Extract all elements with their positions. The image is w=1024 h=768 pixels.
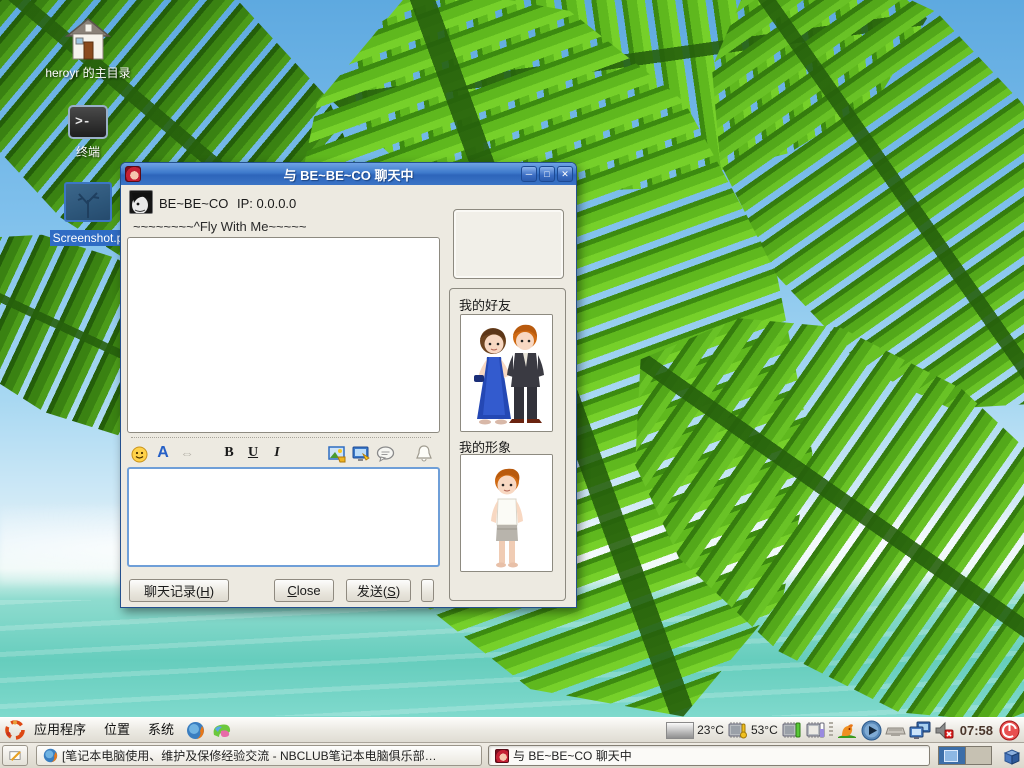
desktop: heroyr 的主目录 >- 终端 Screenshot.p 与 BE~BE~C… (0, 0, 1024, 768)
workspace-2[interactable] (965, 747, 991, 764)
quick-reply-icon[interactable] (373, 444, 397, 462)
desktop-icon-terminal[interactable]: >- 终端 (38, 105, 138, 161)
window-title: [笔记本电脑使用、维护及保修经验交流 - NBCLUB笔记本电脑俱乐部… (62, 747, 437, 764)
chat-app-icon (125, 166, 141, 182)
desktop-icon-home[interactable]: heroyr 的主目录 (38, 18, 138, 82)
font-color-icon[interactable]: A (151, 444, 175, 462)
temp1-value: 23°C (697, 723, 724, 737)
close-button[interactable]: Close (274, 579, 334, 602)
chat-history-area[interactable] (127, 237, 440, 433)
desktop-icon-label: heroyr 的主目录 (42, 63, 133, 82)
tray-separator (829, 722, 833, 738)
screen-capture-icon[interactable] (349, 444, 373, 463)
window-title: 与 BE~BE~CO 聊天中 (513, 747, 632, 764)
bold-button[interactable]: B (217, 445, 241, 461)
network-monitors-icon[interactable] (909, 720, 931, 740)
message-input[interactable] (127, 467, 440, 567)
window-button-firefox[interactable]: [笔记本电脑使用、维护及保修经验交流 - NBCLUB笔记本电脑俱乐部… (36, 745, 482, 766)
peer-avatar[interactable] (129, 190, 153, 214)
window-list-bar: [笔记本电脑使用、维护及保修经验交流 - NBCLUB笔记本电脑俱乐部… 与 B… (0, 743, 1024, 768)
sys-temp-chip-icon[interactable] (781, 720, 802, 740)
friends-label: 我的好友 (459, 295, 511, 314)
my-avatar-image[interactable] (460, 454, 553, 572)
friends-image[interactable] (460, 314, 553, 432)
show-desktop-icon (9, 749, 21, 763)
clock[interactable]: 07:58 (960, 723, 993, 738)
temp2-value: 53°C (751, 723, 778, 737)
firefox-launcher-icon[interactable] (186, 721, 205, 740)
peer-signature: ~~~~~~~~^Fly With Me~~~~~ (133, 219, 306, 234)
send-key: S (387, 584, 396, 599)
minimize-button[interactable]: ─ (521, 166, 537, 182)
desktop-icon-label: 终端 (73, 142, 103, 161)
media-player-icon[interactable] (861, 720, 882, 741)
desktop-icon-label: Screenshot.p (50, 230, 127, 246)
send-button[interactable]: 发送(S) (346, 579, 411, 602)
firefox-window-icon (43, 748, 58, 763)
italic-button[interactable]: I (265, 445, 289, 461)
battery-chip-icon[interactable] (805, 720, 826, 740)
power-icon[interactable] (999, 720, 1020, 741)
button-row: 聊天记录(H) Close 发送(S) (121, 579, 451, 603)
cpu-temp-chip-icon[interactable] (727, 720, 748, 740)
fish-applet-icon[interactable] (836, 721, 858, 740)
menu-applications[interactable]: 应用程序 (25, 718, 95, 742)
close-key: C (287, 583, 296, 598)
ubuntu-menu-icon[interactable] (5, 720, 25, 740)
link-icon[interactable]: ⇔ (175, 445, 199, 461)
underline-button[interactable]: U (241, 445, 265, 461)
send-label: 发送( (357, 584, 387, 599)
chat-window-title: 与 BE~BE~CO 聊天中 (121, 165, 576, 184)
chat-history-button[interactable]: 聊天记录(H) (129, 579, 229, 602)
chat-window-body: BE~BE~CO IP: 0.0.0.0 ~~~~~~~~^Fly With M… (121, 185, 576, 609)
chat-window-icon (495, 749, 509, 763)
menu-system[interactable]: 系统 (139, 718, 183, 742)
menu-places[interactable]: 位置 (95, 718, 139, 742)
chat-window-titlebar[interactable]: 与 BE~BE~CO 聊天中 ─ □ ✕ (121, 163, 576, 185)
workspace-switcher (938, 746, 992, 765)
home-icon (65, 18, 111, 60)
workspace-1[interactable] (939, 747, 965, 764)
send-image-icon[interactable] (325, 444, 349, 463)
history-label: 聊天记录( (144, 584, 200, 599)
toolbar-separator (131, 437, 431, 438)
touchpad-icon[interactable] (885, 721, 906, 739)
window-button-chat[interactable]: 与 BE~BE~CO 聊天中 (488, 745, 930, 766)
send-label-post: ) (396, 584, 400, 599)
trash-icon[interactable] (1002, 746, 1022, 766)
peer-ip: IP: 0.0.0.0 (237, 196, 296, 211)
peer-name: BE~BE~CO (159, 196, 228, 211)
gnome-panel: 应用程序 位置 系统 23°C (0, 717, 1024, 743)
close-window-button[interactable]: ✕ (557, 166, 573, 182)
side-panel: 我的好友 (449, 288, 566, 601)
show-desktop-button[interactable] (2, 745, 28, 766)
history-key: H (200, 584, 209, 599)
history-label-post: ) (210, 584, 214, 599)
terminal-icon: >- (68, 105, 108, 139)
screenshot-thumbnail-icon (64, 182, 112, 222)
expand-button[interactable] (421, 579, 434, 602)
maximize-button[interactable]: □ (539, 166, 555, 182)
system-tray: 23°C 53°C (666, 720, 1024, 741)
volume-muted-icon[interactable] (934, 721, 954, 740)
graphics-app-icon[interactable] (211, 721, 232, 740)
emoticon-icon[interactable] (127, 444, 151, 463)
terminal-glyph: >- (75, 114, 91, 129)
video-preview-box (453, 209, 564, 279)
applet-box[interactable] (666, 722, 694, 739)
close-label-post: lose (297, 583, 321, 598)
message-input-wrap (127, 467, 440, 567)
bell-icon[interactable] (412, 444, 436, 463)
chat-window: 与 BE~BE~CO 聊天中 ─ □ ✕ BE~BE~CO IP: 0.0.0.… (120, 162, 577, 608)
format-toolbar: A ⇔ B U I (127, 441, 440, 465)
